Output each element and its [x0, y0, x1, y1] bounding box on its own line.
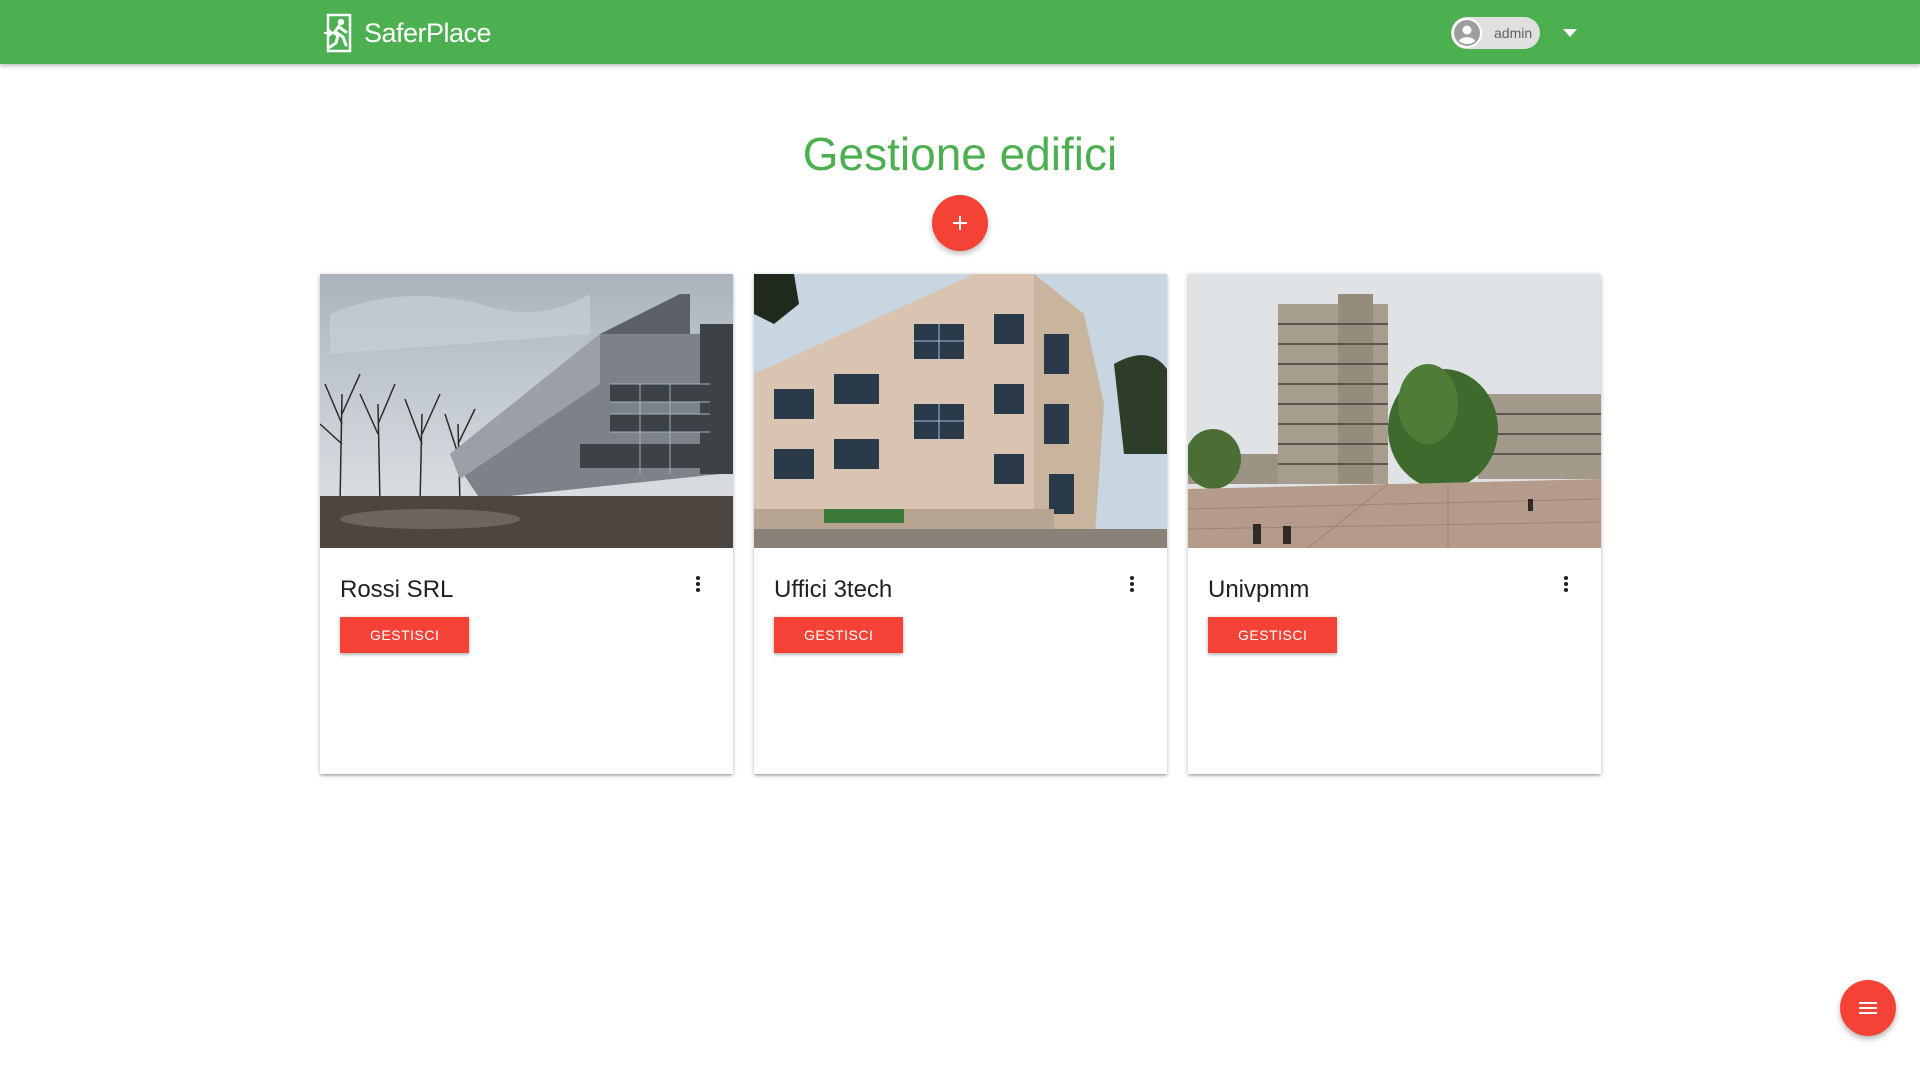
building-name: Rossi SRL: [340, 576, 454, 603]
more-vert-icon[interactable]: [1558, 568, 1574, 600]
brand-name: SaferPlace: [364, 18, 492, 48]
top-navbar: SaferPlace admin: [0, 0, 1920, 64]
account-circle-icon: [1452, 18, 1482, 48]
more-vert-icon[interactable]: [690, 568, 706, 600]
emergency-exit-icon: [324, 13, 352, 53]
username-label: admin: [1494, 25, 1533, 41]
manage-button[interactable]: GESTISCI: [1208, 617, 1338, 653]
building-image: [754, 274, 1167, 548]
menu-fab-button[interactable]: [1840, 980, 1896, 1036]
more-vert-icon[interactable]: [1124, 568, 1140, 600]
building-card: Uffici 3tech GESTISCI: [754, 274, 1167, 774]
manage-button[interactable]: GESTISCI: [340, 617, 470, 653]
menu-icon: [1859, 1002, 1877, 1014]
page-title: Gestione edifici: [802, 128, 1118, 180]
building-card: Rossi SRL GESTISCI: [320, 274, 733, 774]
caret-down-icon[interactable]: [1560, 26, 1580, 40]
building-name: Univpmm: [1208, 576, 1310, 603]
building-card: Univpmm GESTISCI: [1188, 274, 1601, 774]
building-name: Uffici 3tech: [774, 576, 893, 603]
building-image: [1188, 274, 1601, 548]
building-image: [320, 274, 733, 548]
add-building-button[interactable]: [932, 195, 988, 251]
user-chip[interactable]: admin: [1451, 17, 1540, 49]
brand-logo[interactable]: SaferPlace: [322, 12, 492, 54]
plus-icon: [953, 216, 967, 230]
manage-button[interactable]: GESTISCI: [774, 617, 904, 653]
